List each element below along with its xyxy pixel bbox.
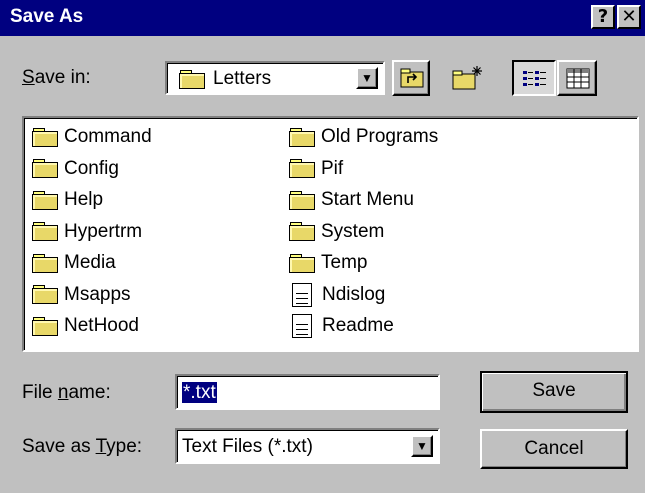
list-item[interactable]: Pif bbox=[289, 154, 343, 184]
window-title: Save As bbox=[10, 6, 84, 27]
list-item[interactable]: Ndislog bbox=[289, 280, 385, 310]
file-name-label: File name: bbox=[22, 382, 111, 403]
document-icon bbox=[292, 282, 312, 307]
list-item-label: Readme bbox=[322, 315, 394, 336]
details-view-icon bbox=[566, 68, 590, 89]
cancel-button[interactable]: Cancel bbox=[480, 429, 628, 469]
list-item-label: Old Programs bbox=[321, 126, 439, 147]
create-new-folder-button[interactable] bbox=[447, 60, 487, 96]
chevron-down-icon: ▼ bbox=[361, 71, 373, 85]
file-name-value: *.txt bbox=[182, 382, 217, 403]
list-item[interactable]: Temp bbox=[289, 248, 367, 278]
folder-icon bbox=[289, 253, 315, 273]
help-button[interactable]: ? bbox=[591, 5, 615, 29]
up-one-level-button[interactable] bbox=[392, 60, 430, 96]
list-item-label: Command bbox=[64, 126, 152, 147]
folder-icon bbox=[289, 127, 315, 147]
close-button[interactable]: ✕ bbox=[617, 5, 641, 29]
list-item[interactable]: Help bbox=[32, 185, 103, 215]
list-item-label: Media bbox=[64, 252, 116, 273]
details-view-button[interactable] bbox=[557, 60, 597, 96]
save-in-label: Save in: bbox=[22, 67, 91, 89]
list-item[interactable]: Readme bbox=[289, 311, 394, 341]
list-item[interactable]: Media bbox=[32, 248, 116, 278]
list-item-label: Help bbox=[64, 189, 104, 210]
save-as-type-combo[interactable]: Text Files (*.txt) ▼ bbox=[175, 428, 440, 464]
folder-icon bbox=[289, 190, 315, 210]
title-bar: Save As ? ✕ bbox=[0, 0, 645, 36]
folder-icon bbox=[289, 159, 315, 178]
folder-icon bbox=[32, 127, 58, 147]
save-in-combo[interactable]: Letters ▼ bbox=[165, 61, 385, 95]
list-item[interactable]: NetHood bbox=[32, 311, 139, 341]
document-icon bbox=[292, 314, 312, 338]
list-item[interactable]: Start Menu bbox=[289, 185, 414, 215]
list-item-label: NetHood bbox=[64, 315, 139, 336]
list-item[interactable]: Msapps bbox=[32, 280, 131, 310]
list-item[interactable]: Config bbox=[32, 154, 119, 184]
folder-icon bbox=[32, 316, 58, 336]
list-item[interactable]: Hypertrm bbox=[32, 217, 142, 247]
save-as-type-dropdown-button[interactable]: ▼ bbox=[411, 435, 433, 457]
file-name-input[interactable]: *.txt bbox=[175, 374, 440, 410]
save-in-mnemonic: S bbox=[22, 67, 35, 88]
up-folder-icon bbox=[400, 68, 424, 88]
list-item-label: Config bbox=[64, 157, 119, 179]
save-in-dropdown-button[interactable]: ▼ bbox=[356, 67, 378, 89]
save-as-type-label: Save as Type: bbox=[22, 436, 143, 457]
folder-icon bbox=[32, 222, 58, 241]
save-in-label-rest: ave in: bbox=[34, 67, 91, 88]
list-item-label: System bbox=[321, 220, 385, 242]
save-in-value: Letters bbox=[213, 68, 272, 89]
list-item-label: Msapps bbox=[64, 283, 131, 305]
open-folder-icon bbox=[179, 70, 205, 90]
folder-icon bbox=[32, 253, 58, 273]
list-item[interactable]: System bbox=[289, 217, 384, 247]
file-list[interactable]: Command Config Help Hypertrm Media Msapps NetH… bbox=[22, 116, 639, 352]
list-item[interactable]: Old Programs bbox=[289, 122, 438, 152]
new-folder-icon bbox=[452, 66, 482, 90]
list-view-button[interactable] bbox=[512, 60, 556, 96]
folder-icon bbox=[32, 285, 58, 304]
list-item-label: Temp bbox=[321, 252, 368, 273]
list-item-label: Ndislog bbox=[322, 283, 386, 305]
folder-icon bbox=[32, 190, 58, 210]
list-item-label: Start Menu bbox=[321, 189, 414, 210]
list-item-label: Pif bbox=[321, 157, 344, 179]
folder-icon bbox=[289, 222, 315, 241]
folder-icon bbox=[32, 159, 58, 178]
list-item[interactable]: Command bbox=[32, 122, 152, 152]
list-view-icon bbox=[523, 71, 546, 86]
chevron-down-icon: ▼ bbox=[416, 439, 428, 453]
save-button[interactable]: Save bbox=[480, 371, 628, 413]
save-as-type-value: Text Files (*.txt) bbox=[182, 436, 313, 457]
list-item-label: Hypertrm bbox=[64, 220, 143, 242]
